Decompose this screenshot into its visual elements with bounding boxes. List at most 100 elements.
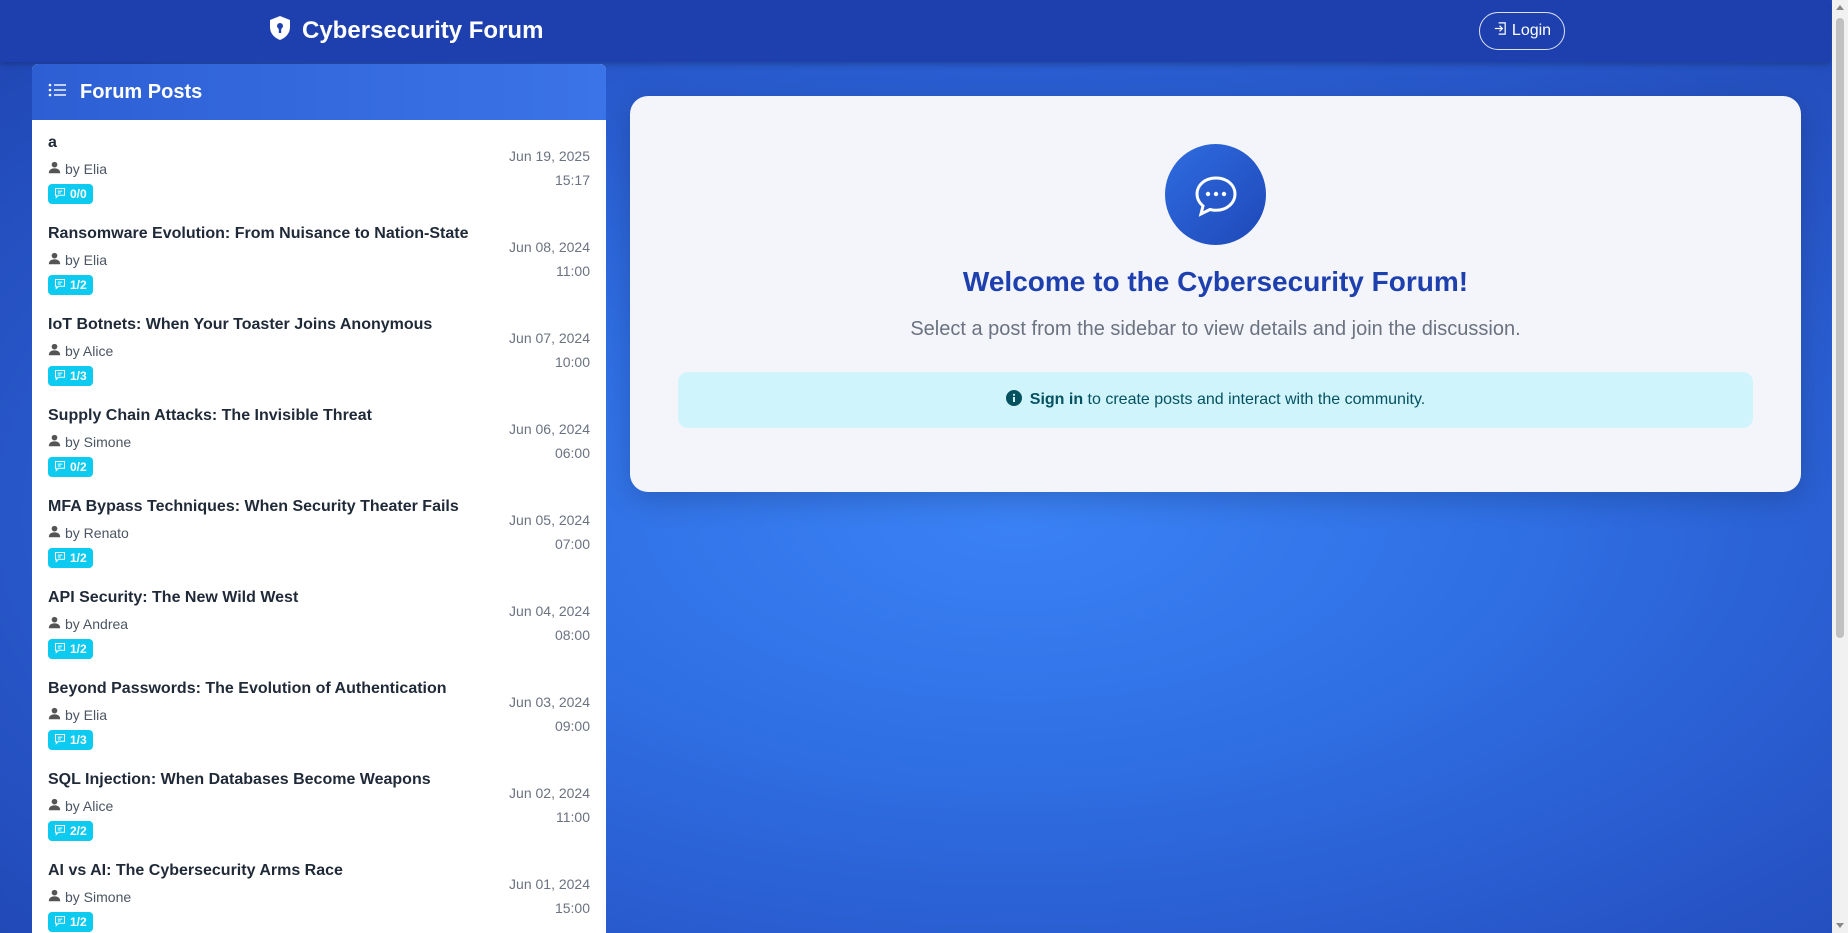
comment-count: 0/0 bbox=[70, 187, 87, 201]
post-date-time: 09:00 bbox=[554, 718, 590, 734]
post-date: Jun 19, 2025 15:17 bbox=[509, 144, 590, 192]
post-author-name: by Renato bbox=[65, 525, 129, 541]
comment-count: 2/2 bbox=[70, 824, 87, 838]
chat-icon bbox=[54, 915, 66, 930]
post-item[interactable]: Supply Chain Attacks: The Invisible Thre… bbox=[32, 393, 606, 484]
person-icon bbox=[48, 525, 61, 541]
sidebar-title: Forum Posts bbox=[80, 80, 203, 103]
scroll-down-arrow[interactable] bbox=[1836, 923, 1844, 928]
comment-count: 1/2 bbox=[70, 278, 87, 292]
post-item[interactable]: Ransomware Evolution: From Nuisance to N… bbox=[32, 211, 606, 302]
post-item[interactable]: a by Elia 0/0 Jun 19, 2025 15:17 bbox=[32, 120, 606, 211]
post-date-time: 15:00 bbox=[554, 900, 590, 916]
post-date: Jun 04, 2024 08:00 bbox=[509, 599, 590, 647]
post-list: a by Elia 0/0 Jun 19, 2025 15:17 Ransomw… bbox=[32, 120, 606, 933]
person-icon bbox=[48, 707, 61, 723]
sidebar-header: Forum Posts bbox=[32, 64, 606, 120]
person-icon bbox=[48, 252, 61, 268]
chat-icon bbox=[54, 187, 66, 202]
welcome-subtitle: Select a post from the sidebar to view d… bbox=[910, 318, 1521, 340]
post-date-day: Jun 01, 2024 bbox=[509, 876, 590, 892]
comment-count-badge: 1/2 bbox=[48, 912, 93, 932]
signin-link[interactable]: Sign in bbox=[1030, 391, 1083, 408]
post-author-name: by Andrea bbox=[65, 616, 129, 632]
post-author-name: by Elia bbox=[65, 252, 108, 268]
post-author-name: by Simone bbox=[65, 889, 132, 905]
chat-icon bbox=[54, 824, 66, 839]
post-author-name: by Elia bbox=[65, 707, 108, 723]
chat-dots-icon bbox=[1165, 144, 1266, 245]
post-date-day: Jun 08, 2024 bbox=[509, 239, 590, 255]
comment-count-badge: 1/3 bbox=[48, 730, 93, 750]
person-icon bbox=[48, 434, 61, 450]
chat-icon bbox=[54, 278, 66, 293]
post-item[interactable]: API Security: The New Wild West by Andre… bbox=[32, 575, 606, 666]
chat-icon bbox=[54, 460, 66, 475]
comment-count-badge: 1/2 bbox=[48, 275, 93, 295]
post-date: Jun 06, 2024 06:00 bbox=[509, 417, 590, 465]
chat-icon bbox=[54, 551, 66, 566]
brand-title: Cybersecurity Forum bbox=[302, 17, 544, 44]
comment-count-badge: 0/2 bbox=[48, 457, 93, 477]
post-date-day: Jun 07, 2024 bbox=[509, 330, 590, 346]
sidebar: Forum Posts a by Elia 0/0 Jun 19, 2025 1… bbox=[32, 64, 606, 933]
person-icon bbox=[48, 798, 61, 814]
post-date: Jun 03, 2024 09:00 bbox=[509, 690, 590, 738]
login-button[interactable]: Login bbox=[1479, 12, 1565, 50]
post-date-day: Jun 06, 2024 bbox=[509, 421, 590, 437]
post-item[interactable]: AI vs AI: The Cybersecurity Arms Race by… bbox=[32, 848, 606, 933]
chat-icon bbox=[54, 369, 66, 384]
post-item[interactable]: MFA Bypass Techniques: When Security The… bbox=[32, 484, 606, 575]
comment-count-badge: 2/2 bbox=[48, 821, 93, 841]
person-icon bbox=[48, 616, 61, 632]
comment-count-badge: 1/2 bbox=[48, 548, 93, 568]
scroll-up-arrow[interactable] bbox=[1836, 5, 1844, 10]
post-date-time: 15:17 bbox=[554, 172, 590, 188]
comment-count: 1/2 bbox=[70, 642, 87, 656]
post-date: Jun 05, 2024 07:00 bbox=[509, 508, 590, 556]
brand[interactable]: Cybersecurity Forum bbox=[268, 15, 544, 46]
welcome-title: Welcome to the Cybersecurity Forum! bbox=[962, 266, 1469, 297]
person-icon bbox=[48, 161, 61, 177]
post-item[interactable]: SQL Injection: When Databases Become Wea… bbox=[32, 757, 606, 848]
comment-count: 1/3 bbox=[70, 369, 87, 383]
post-date-day: Jun 02, 2024 bbox=[509, 785, 590, 801]
post-date: Jun 08, 2024 11:00 bbox=[509, 235, 590, 283]
welcome-card: Welcome to the Cybersecurity Forum! Sele… bbox=[630, 96, 1801, 492]
post-author-name: by Elia bbox=[65, 161, 108, 177]
comment-count: 1/3 bbox=[70, 733, 87, 747]
comment-count-badge: 1/3 bbox=[48, 366, 93, 386]
login-label: Login bbox=[1511, 22, 1552, 39]
scrollbar[interactable] bbox=[1832, 0, 1848, 933]
chat-icon bbox=[54, 733, 66, 748]
post-date-day: Jun 05, 2024 bbox=[509, 512, 590, 528]
comment-count-badge: 0/0 bbox=[48, 184, 93, 204]
post-date-day: Jun 04, 2024 bbox=[509, 603, 590, 619]
post-author-name: by Simone bbox=[65, 434, 132, 450]
post-item[interactable]: Beyond Passwords: The Evolution of Authe… bbox=[32, 666, 606, 757]
comment-count: 0/2 bbox=[70, 460, 87, 474]
info-circle-icon bbox=[1005, 389, 1022, 411]
post-date-day: Jun 03, 2024 bbox=[509, 694, 590, 710]
post-date: Jun 07, 2024 10:00 bbox=[509, 326, 590, 374]
post-date-day: Jun 19, 2025 bbox=[509, 148, 590, 164]
post-date-time: 07:00 bbox=[554, 536, 590, 552]
post-item[interactable]: IoT Botnets: When Your Toaster Joins Ano… bbox=[32, 302, 606, 393]
post-author-name: by Alice bbox=[65, 798, 114, 814]
post-date-time: 11:00 bbox=[556, 809, 590, 825]
box-arrow-in-icon bbox=[1493, 21, 1508, 41]
post-date: Jun 02, 2024 11:00 bbox=[509, 781, 590, 829]
comment-count: 1/2 bbox=[70, 551, 87, 565]
alert-text: to create posts and interact with the co… bbox=[1083, 391, 1426, 408]
post-date-time: 08:00 bbox=[554, 627, 590, 643]
navbar: Cybersecurity Forum Login bbox=[0, 0, 1830, 62]
chat-icon bbox=[54, 642, 66, 657]
signin-alert: Sign in to create posts and interact wit… bbox=[678, 372, 1753, 428]
comment-count-badge: 1/2 bbox=[48, 639, 93, 659]
person-icon bbox=[48, 343, 61, 359]
scroll-thumb[interactable] bbox=[1836, 18, 1844, 638]
post-date: Jun 01, 2024 15:00 bbox=[509, 872, 590, 920]
person-icon bbox=[48, 889, 61, 905]
comment-count: 1/2 bbox=[70, 915, 87, 929]
post-date-time: 11:00 bbox=[556, 263, 590, 279]
